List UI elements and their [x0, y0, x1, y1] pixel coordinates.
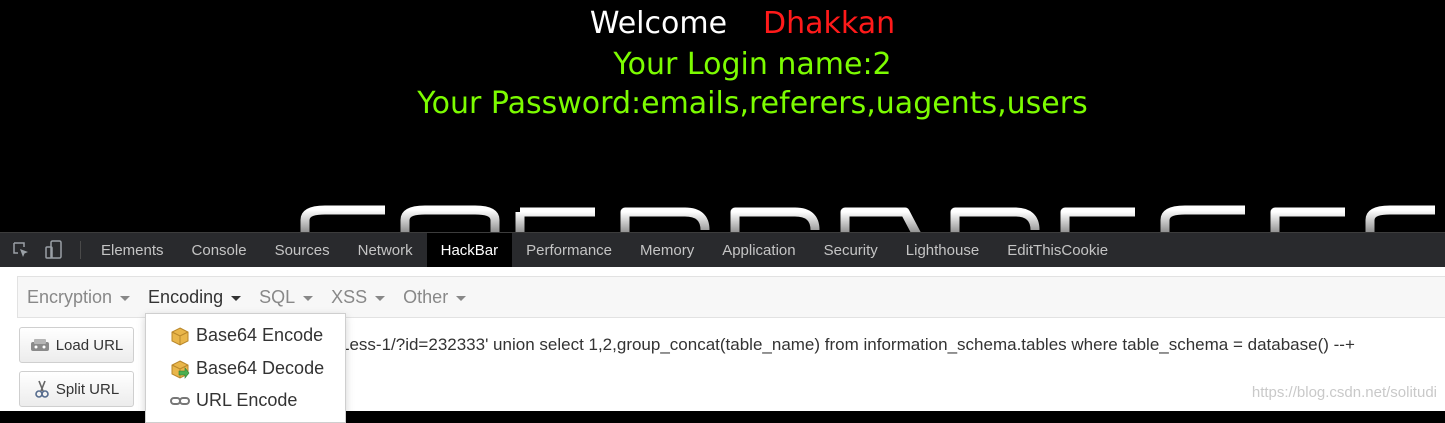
caret-down-icon [231, 295, 242, 301]
hackbar-menubar: Encryption Encoding SQL XSS Other [17, 276, 1445, 318]
scissors-icon [35, 380, 49, 398]
menu-item-base64-encode[interactable]: Base64 Encode [170, 325, 323, 346]
url-encode-label: URL Encode [196, 390, 298, 410]
banner-logo-art [300, 205, 1435, 232]
login-name-line: Your Login name:2 [613, 47, 892, 82]
welcome-text: Welcome [589, 6, 728, 41]
tab-sources[interactable]: Sources [261, 233, 344, 267]
menu-other-label: Other [403, 286, 449, 307]
menu-sql[interactable]: SQL [250, 287, 322, 308]
inspect-element-icon[interactable] [4, 233, 37, 267]
devtools-tab-bar: Elements Console Sources Network HackBar… [0, 232, 1445, 267]
menu-encryption-label: Encryption [27, 286, 113, 307]
caret-down-icon [375, 295, 386, 301]
caret-down-icon [303, 295, 314, 301]
package-arrow-icon [171, 359, 190, 379]
split-url-label: Split URL [55, 380, 120, 398]
link-icon [170, 396, 190, 405]
user-name: Dhakkan [763, 6, 896, 41]
menu-sql-label: SQL [259, 286, 296, 307]
watermark: https://blog.csdn.net/solitudi [1251, 384, 1437, 401]
tab-editthiscookie[interactable]: EditThisCookie [993, 233, 1122, 267]
tab-performance[interactable]: Performance [512, 233, 626, 267]
encoding-dropdown: Base64 Encode Base64 Decode URL Encode [145, 313, 346, 423]
load-url-button[interactable]: Load URL [19, 327, 134, 363]
menu-item-base64-decode[interactable]: Base64 Decode [170, 358, 324, 379]
caret-down-icon [456, 295, 467, 301]
page-content: Welcome Dhakkan Your Login name:2 Your Pa… [0, 0, 1445, 232]
menu-xss[interactable]: XSS [322, 287, 394, 308]
tab-network[interactable]: Network [344, 233, 427, 267]
menu-encryption[interactable]: Encryption [18, 287, 139, 308]
tab-console[interactable]: Console [178, 233, 261, 267]
base64-encode-label: Base64 Encode [196, 325, 324, 345]
load-url-label: Load URL [55, 336, 124, 354]
menu-other[interactable]: Other [394, 287, 475, 308]
tab-security[interactable]: Security [810, 233, 892, 267]
tab-elements[interactable]: Elements [87, 233, 178, 267]
load-icon [30, 339, 49, 351]
split-url-button[interactable]: Split URL [19, 371, 134, 407]
tab-hackbar[interactable]: HackBar [426, 233, 513, 267]
menu-encoding[interactable]: Encoding [139, 287, 250, 308]
device-toggle-icon[interactable] [37, 233, 70, 267]
toolbar-divider [80, 241, 81, 259]
password-line: Your Password:emails,referers,uagents,us… [417, 86, 1088, 121]
welcome-line: Welcome Dhakkan [0, 6, 1445, 42]
tab-memory[interactable]: Memory [626, 233, 708, 267]
tab-lighthouse[interactable]: Lighthouse [892, 233, 993, 267]
url-textarea[interactable]: Less-1/?id=232333' union select 1,2,grou… [340, 335, 1355, 355]
package-icon [171, 326, 189, 346]
menu-xss-label: XSS [331, 286, 368, 307]
menu-encoding-label: Encoding [148, 286, 224, 307]
caret-down-icon [120, 295, 131, 301]
tab-application[interactable]: Application [708, 233, 809, 267]
base64-decode-label: Base64 Decode [196, 358, 325, 378]
menu-item-url-encode[interactable]: URL Encode [170, 390, 297, 411]
